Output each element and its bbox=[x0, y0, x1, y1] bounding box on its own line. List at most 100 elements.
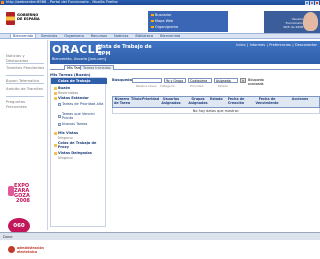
nav-item-organismo[interactable]: Organismo bbox=[62, 34, 86, 38]
view-icon bbox=[58, 114, 61, 118]
bullet-icon bbox=[151, 13, 154, 17]
search-input[interactable] bbox=[132, 78, 162, 83]
tree-item-prioridad-alta[interactable]: Tareas de Prioridad Alta bbox=[58, 102, 104, 106]
bullet-icon bbox=[151, 25, 154, 29]
search-toolbar: Búsqueda: Yo y Grupo Cualquiera Asignado… bbox=[112, 78, 320, 90]
user-box: Usuario Funcionario 30/5 de 2008 bbox=[264, 11, 320, 35]
link-sep: | bbox=[246, 43, 249, 47]
link-sep: | bbox=[266, 43, 268, 47]
tree-item-nuevas-tareas[interactable]: Nuevas Tareas bbox=[58, 122, 87, 126]
sidebar-divider bbox=[6, 75, 44, 76]
label-prioridad: Prioridad bbox=[190, 84, 204, 88]
bpm-content: ORACLE Lista de Trabajo de BPM Bienvenid… bbox=[50, 40, 320, 230]
gov-line2: DE ESPAÑA bbox=[17, 17, 40, 21]
folder-icon bbox=[54, 143, 57, 147]
top-link-organigrama[interactable]: Organigrama bbox=[151, 25, 178, 29]
col-titulo[interactable]: Título bbox=[131, 97, 142, 102]
status-select[interactable]: Asignado bbox=[214, 78, 238, 83]
advanced-search-link[interactable]: Búsqueda avanzada bbox=[248, 78, 278, 86]
view-icon bbox=[58, 122, 61, 126]
window-controls bbox=[305, 0, 319, 5]
top-link-buscador[interactable]: Buscador bbox=[151, 13, 171, 17]
admin-mark-icon bbox=[8, 246, 15, 253]
nav-item-biblioteca[interactable]: Biblioteca bbox=[133, 34, 155, 38]
col-acciones[interactable]: Acciones bbox=[285, 97, 315, 102]
close-button[interactable] bbox=[315, 0, 319, 5]
folder-icon bbox=[54, 151, 57, 155]
folder-icon bbox=[54, 86, 57, 90]
go-button[interactable]: Ir bbox=[240, 78, 247, 83]
nav-item-noticias[interactable]: Noticias bbox=[112, 34, 130, 38]
nav-item-bienvenido[interactable]: Bienvenido bbox=[10, 33, 37, 39]
tree-item-mis-vistas[interactable]: Mis Vistas bbox=[54, 131, 78, 135]
col-numero[interactable]: Número de Tarea bbox=[114, 97, 130, 106]
col-prioridad[interactable]: Prioridad bbox=[142, 97, 159, 102]
tree-item-vistas-delegadas[interactable]: Vistas Delegadas bbox=[54, 151, 92, 155]
tree-item-ninguno: Ninguno bbox=[58, 136, 73, 140]
bpm-title-line1: Lista de Trabajo de bbox=[98, 44, 152, 50]
oracle-logo: ORACLE bbox=[52, 43, 103, 56]
gobierno-logo[interactable]: GOBIERNO DE ESPAÑA bbox=[6, 12, 66, 26]
firefox-icon bbox=[1, 1, 4, 4]
bpm-tabs: Mis Tareas Tareas Iniciadas bbox=[50, 64, 320, 70]
nav-item-bienvenida[interactable]: Bienvenida bbox=[158, 34, 182, 38]
tree-item-buzon[interactable]: Buzón bbox=[54, 86, 70, 90]
left-sidebar: Noticias y Destacados Tramites Pendiente… bbox=[0, 40, 48, 254]
minimize-button[interactable] bbox=[305, 0, 309, 5]
nav-item-recursos[interactable]: Recursos bbox=[89, 34, 109, 38]
col-fecha-vencimiento[interactable]: Fecha de Vencimiento bbox=[252, 97, 282, 106]
empty-message: No hay datos que mostrar. bbox=[112, 108, 320, 114]
link-inicio[interactable]: Inicio bbox=[236, 43, 245, 47]
sidebar-divider bbox=[6, 96, 44, 97]
folder-icon bbox=[54, 96, 57, 100]
priority-select[interactable]: Cualquiera bbox=[188, 78, 212, 83]
top-links-box: Buscador Mapa Web Organigrama bbox=[148, 11, 228, 32]
label-palabra-clave: Palabra Clave bbox=[136, 84, 157, 88]
portal-header: GOBIERNO DE ESPAÑA Buscador Mapa Web Org… bbox=[0, 5, 320, 35]
sidebar-item-tramites[interactable]: Tramites Pendientes bbox=[6, 65, 46, 70]
window-title: http://webcenter:8988 - Portal del Funci… bbox=[6, 0, 118, 4]
tree-header: Colas de Trabajo bbox=[51, 78, 107, 84]
col-fecha-creacion[interactable]: Fecha de Creación bbox=[223, 97, 249, 106]
nav-item-servicios[interactable]: Servicios bbox=[39, 34, 59, 38]
label-categoria: Categoría bbox=[160, 84, 175, 88]
folder-icon bbox=[54, 131, 57, 135]
assignee-select[interactable]: Yo y Grupo bbox=[164, 78, 186, 83]
task-grid-header: Número de Tarea Título Prioridad Usuario… bbox=[112, 96, 320, 108]
sidebar-item-ambito[interactable]: Ambito de Tramites bbox=[6, 86, 46, 91]
maximize-button[interactable] bbox=[310, 0, 314, 5]
sidebar-divider bbox=[6, 83, 44, 84]
search-label: Búsqueda: bbox=[112, 78, 134, 82]
link-desconectar[interactable]: Desconectar bbox=[295, 43, 317, 47]
label-estado: Estado bbox=[218, 84, 229, 88]
view-icon bbox=[58, 102, 61, 106]
tree-item-reservadas[interactable]: Reservadas bbox=[54, 91, 78, 95]
status-bar: Done bbox=[0, 232, 320, 240]
tree-item-ninguno-2: Ninguno bbox=[58, 156, 73, 160]
sidebar-item-preguntas[interactable]: Preguntas Frecuentes bbox=[6, 99, 46, 109]
link-sep: | bbox=[292, 43, 294, 47]
crest-icon bbox=[6, 12, 15, 25]
bpm-links: Inicio | Informes | Preferencias | Desco… bbox=[236, 43, 317, 47]
bullet-icon bbox=[151, 19, 154, 23]
main-nav: Bienvenido Servicios Organismo Recursos … bbox=[0, 33, 320, 39]
folder-icon bbox=[54, 91, 57, 95]
col-usuarios[interactable]: Usuarios Asignados bbox=[158, 97, 184, 106]
sidebar-item-noticias[interactable]: Noticias y Destacados bbox=[6, 53, 46, 63]
link-preferencias[interactable]: Preferencias bbox=[269, 43, 291, 47]
top-link-mapa-web[interactable]: Mapa Web bbox=[151, 19, 173, 23]
tree-item-vencen-pronto[interactable]: Tareas que Vencen Pronto bbox=[58, 112, 104, 120]
sidebar-divider bbox=[6, 63, 44, 64]
user-photo bbox=[303, 12, 318, 31]
administracion-electronica-logo[interactable]: administración electrónica bbox=[8, 245, 46, 259]
tab-tareas-iniciadas[interactable]: Tareas Iniciadas bbox=[80, 65, 114, 70]
link-informes[interactable]: Informes bbox=[250, 43, 265, 47]
tree-item-vistas-estandar[interactable]: Vistas Estándar bbox=[54, 96, 89, 100]
bpm-header: ORACLE Lista de Trabajo de BPM Bienvenid… bbox=[50, 41, 320, 64]
expo-zaragoza-logo[interactable]: EXPO ZARA GOZA 2008 bbox=[8, 183, 36, 213]
col-grupos[interactable]: Grupos Asignados bbox=[187, 97, 209, 106]
work-queues-tree: Colas de Trabajo Buzón Reservadas Vistas… bbox=[50, 77, 107, 227]
tree-item-proxy[interactable]: Colas de Trabajo de Proxy bbox=[54, 141, 106, 149]
welcome-text: Bienvenido, Usuario [jam.com] bbox=[52, 57, 107, 61]
col-estado[interactable]: Estado bbox=[210, 97, 223, 102]
